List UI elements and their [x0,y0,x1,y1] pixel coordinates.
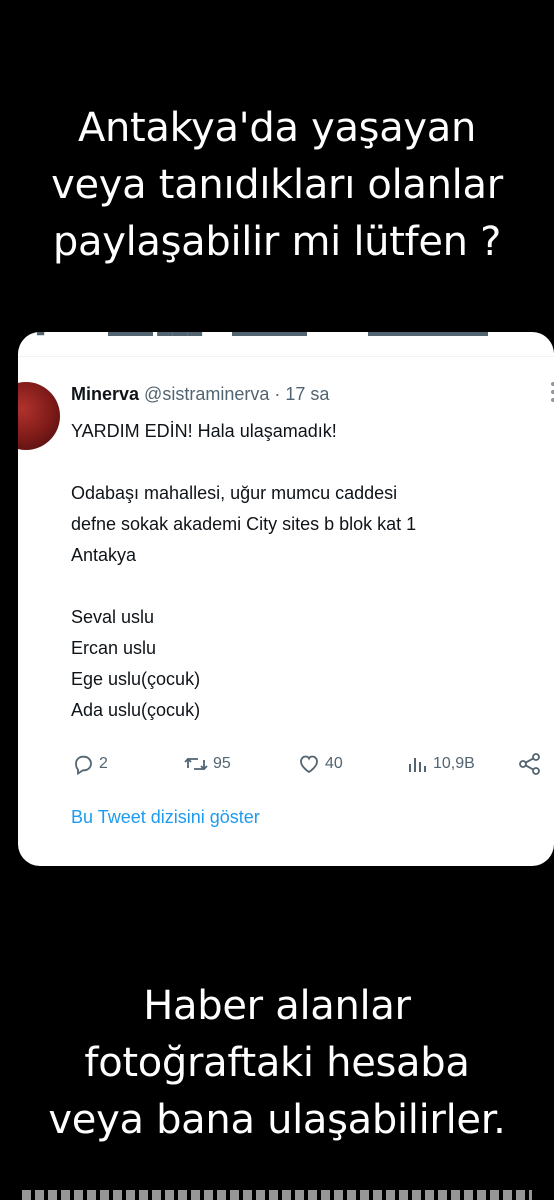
like-count: 40 [325,755,343,772]
cropped-text-remnant [22,1190,532,1200]
tweet-text-line: Ege uslu(çocuk) [71,669,201,689]
tweet-body: YARDIM EDİN! Hala ulaşamadık! Odabaşı ma… [71,416,541,726]
retweet-button[interactable]: 95 [183,752,231,776]
share-icon [517,752,543,776]
views-count: 10,9B [433,755,475,772]
tweet-card-screenshot: ■ ▬▬▬ ▬▬▬ ▬▬▬▬▬ ▬▬▬▬▬▬▬▬ Minerva @sistra… [18,332,554,866]
tweet-text-line: YARDIM EDİN! Hala ulaşamadık! [71,421,337,441]
show-thread-link[interactable]: Bu Tweet dizisini göster [71,807,260,828]
bottom-caption-line: Haber alanlar [143,983,411,1029]
tweet-actions: 2 95 40 10,9B [71,752,554,782]
views-icon [407,752,429,776]
like-button[interactable]: 40 [297,752,343,776]
tweet-text-line: Odabaşı mahallesi, uğur mumcu caddesi [71,483,398,503]
avatar[interactable] [18,382,60,450]
top-caption-line: veya tanıdıkları olanlar [51,162,503,208]
image-artifact [522,852,526,866]
reply-count: 2 [99,755,108,772]
top-caption-line: Antakya'da yaşayan [77,105,477,151]
bottom-caption-line: veya bana ulaşabilirler. [48,1097,506,1143]
bottom-caption: Haber alanlar fotoğraftaki hesaba veya b… [0,978,554,1149]
bottom-caption-line: fotoğraftaki hesaba [84,1040,470,1086]
tweet-text-line: Seval uslu [71,607,155,627]
display-name[interactable]: Minerva [71,384,139,404]
tweet-header: Minerva @sistraminerva · 17 sa [71,384,329,405]
retweet-icon [183,752,209,776]
tweet-text-line: Antakya [71,545,137,565]
top-caption-line: paylaşabilir mi lütfen ? [52,219,502,265]
tab-divider [18,356,554,357]
header-separator: · [274,384,281,404]
views-button[interactable]: 10,9B [407,752,475,776]
top-caption: Antakya'da yaşayan veya tanıdıkları olan… [0,100,554,271]
retweet-count: 95 [213,755,231,772]
like-icon [297,752,321,776]
tweet-timestamp[interactable]: 17 sa [285,384,329,404]
tweet-text-line: Ercan uslu [71,638,157,658]
more-icon[interactable] [550,381,554,405]
user-handle[interactable]: @sistraminerva [144,384,269,404]
tweet-text-line: defne sokak akademi City sites b blok ka… [71,514,417,534]
tweet-text-line: Ada uslu(çocuk) [71,700,201,720]
clipped-profile-tabs: ■ ▬▬▬ ▬▬▬ ▬▬▬▬▬ ▬▬▬▬▬▬▬▬ [18,332,554,342]
share-button[interactable] [517,752,543,776]
reply-button[interactable]: 2 [71,752,108,776]
reply-icon [71,752,95,776]
